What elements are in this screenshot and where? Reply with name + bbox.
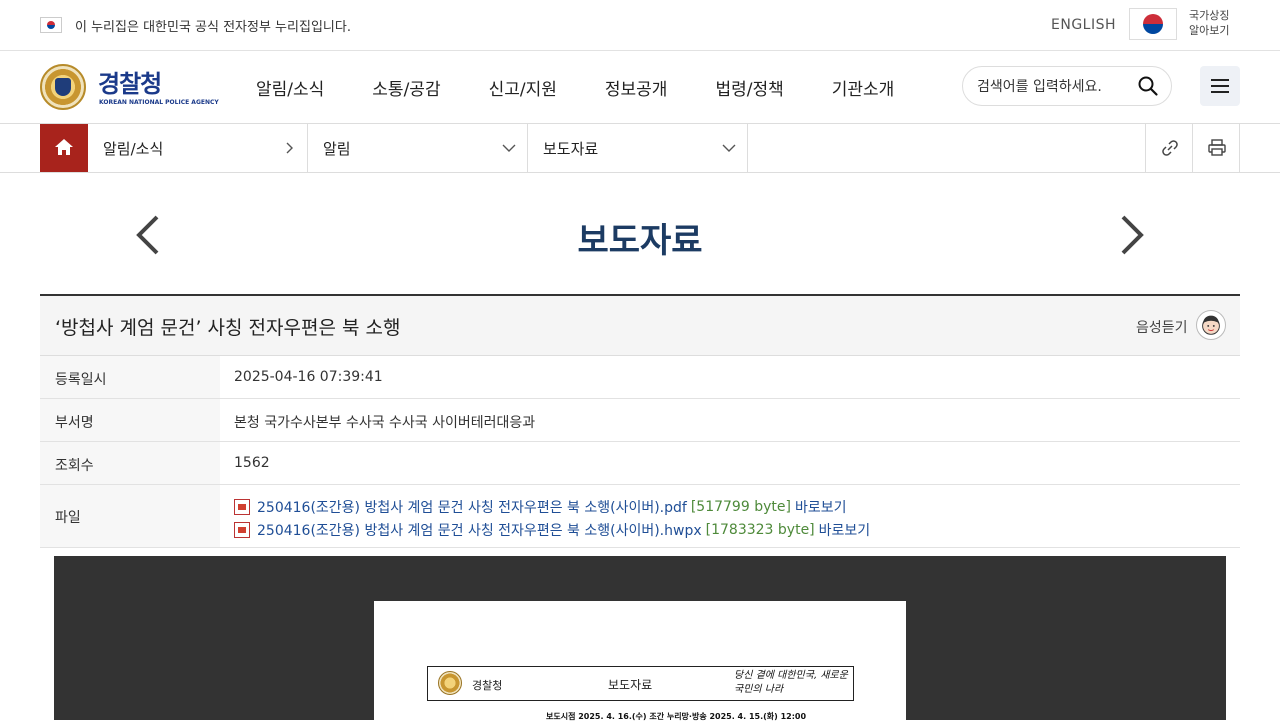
info-value: 1562	[234, 455, 270, 471]
file-item: 250416(조간용) 방첩사 계엄 문건 사칭 전자우편은 북 소행(사이버)…	[234, 518, 870, 541]
print-button[interactable]	[1192, 124, 1240, 172]
doc-agency: 경찰청	[472, 679, 503, 692]
main-nav: 알림/소식 소통/공감 신고/지원 정보공개 법령/정책 기관소개	[256, 75, 942, 100]
next-arrow-icon[interactable]	[1117, 213, 1147, 257]
info-value: 본청 국가수사본부 수사국 수사국 사이버테러대응과	[234, 415, 536, 431]
breadcrumb-level-3[interactable]: 보도자료	[528, 124, 748, 172]
logo-title[interactable]: 경찰청	[98, 64, 162, 99]
doc-embargo: 보도시점 2025. 4. 16.(수) 조간 누리망·방송 2025. 4. …	[546, 712, 807, 721]
korea-flag-icon	[40, 17, 62, 33]
home-icon	[55, 139, 73, 155]
file-preview-link[interactable]: 바로보기	[819, 520, 871, 540]
file-list: 250416(조간용) 방첩사 계엄 문건 사칭 전자우편은 북 소행(사이버)…	[234, 495, 870, 541]
info-value: 2025-04-16 07:39:41	[234, 369, 383, 385]
menu-button[interactable]	[1200, 66, 1240, 106]
info-row-department: 부서명 본청 국가수사본부 수사국 수사국 사이버테러대응과	[40, 399, 1240, 442]
english-link[interactable]: ENGLISH	[1051, 17, 1116, 33]
voice-label[interactable]: 음성듣기	[1136, 317, 1188, 337]
nav-item-news[interactable]: 알림/소식	[256, 75, 324, 100]
nav-item-communication[interactable]: 소통/공감	[372, 75, 440, 100]
breadcrumb-label: 알림/소식	[103, 140, 164, 158]
gov-banner: 이 누리집은 대한민국 공식 전자정부 누리집입니다. ENGLISH 국가상징…	[0, 0, 1280, 51]
info-row-files: 파일 250416(조간용) 방첩사 계엄 문건 사칭 전자우편은 북 소행(사…	[40, 485, 1240, 548]
file-size: [517799 byte]	[690, 498, 791, 515]
breadcrumb-level-1[interactable]: 알림/소식	[88, 124, 308, 172]
nav-item-about[interactable]: 기관소개	[832, 75, 895, 100]
search-icon[interactable]	[1137, 75, 1159, 97]
breadcrumb-label: 보도자료	[543, 140, 599, 158]
breadcrumb-label: 알림	[323, 140, 351, 158]
info-label: 파일	[55, 510, 81, 526]
home-button[interactable]	[40, 124, 88, 172]
search-box	[962, 66, 1172, 106]
info-label: 조회수	[55, 458, 94, 474]
national-symbol-icon[interactable]	[1129, 8, 1177, 40]
info-row-views: 조회수 1562	[40, 442, 1240, 485]
nav-item-law-policy[interactable]: 법령/정책	[715, 75, 783, 100]
nav-item-report[interactable]: 신고/지원	[489, 75, 557, 100]
page-title: 보도자료	[577, 221, 703, 261]
national-symbol-link[interactable]: 국가상징 알아보기	[1189, 8, 1239, 38]
document-viewer[interactable]: 경찰청 보도자료 당신 곁에 대한민국, 새로운 국민의 나라 보도시점 202…	[54, 556, 1226, 721]
info-label: 부서명	[55, 415, 94, 431]
hwp-file-icon	[234, 521, 250, 538]
info-row-date: 등록일시 2025-04-16 07:39:41	[40, 356, 1240, 399]
link-icon	[1162, 140, 1178, 156]
site-header: 경찰청 KOREAN NATIONAL POLICE AGENCY 알림/소식 …	[0, 51, 1280, 124]
hamburger-icon	[1211, 79, 1229, 81]
file-download-link[interactable]: 250416(조간용) 방첩사 계엄 문건 사칭 전자우편은 북 소행(사이버)…	[257, 497, 687, 517]
article-title: ‘방첩사 계엄 문건’ 사칭 전자우편은 북 소행	[55, 317, 401, 339]
doc-type: 보도자료	[608, 678, 653, 692]
page-title-area: 보도자료	[0, 173, 1280, 294]
file-size: [1783323 byte]	[705, 521, 815, 538]
chevron-down-icon	[502, 144, 516, 152]
document-page: 경찰청 보도자료 당신 곁에 대한민국, 새로운 국민의 나라 보도시점 202…	[374, 601, 906, 721]
file-item: 250416(조간용) 방첩사 계엄 문건 사칭 전자우편은 북 소행(사이버)…	[234, 495, 870, 518]
pdf-file-icon	[234, 498, 250, 515]
info-label: 등록일시	[55, 372, 107, 388]
press-release-header: 경찰청 보도자료 당신 곁에 대한민국, 새로운 국민의 나라	[427, 666, 854, 701]
chevron-down-icon	[722, 144, 736, 152]
logo-subtitle: KOREAN NATIONAL POLICE AGENCY	[99, 99, 219, 106]
doc-slogan: 당신 곁에 대한민국, 새로운 국민의 나라	[734, 670, 848, 695]
nav-item-disclosure[interactable]: 정보공개	[605, 75, 668, 100]
chevron-right-icon	[286, 142, 293, 154]
search-input[interactable]	[977, 77, 1127, 97]
police-emblem-icon	[438, 671, 462, 695]
breadcrumb: 알림/소식 알림 보도자료	[0, 124, 1280, 173]
voice-avatar-icon[interactable]	[1196, 310, 1226, 340]
file-preview-link[interactable]: 바로보기	[795, 497, 847, 517]
article-board: ‘방첩사 계엄 문건’ 사칭 전자우편은 북 소행 음성듣기 등록일시 2025…	[40, 294, 1240, 548]
police-emblem-icon[interactable]	[40, 64, 86, 110]
gov-notice: 이 누리집은 대한민국 공식 전자정부 누리집입니다.	[75, 20, 351, 35]
breadcrumb-level-2[interactable]: 알림	[308, 124, 528, 172]
print-icon	[1208, 139, 1226, 156]
copy-link-button[interactable]	[1145, 124, 1193, 172]
article-header: ‘방첩사 계엄 문건’ 사칭 전자우편은 북 소행 음성듣기	[40, 296, 1240, 356]
file-download-link[interactable]: 250416(조간용) 방첩사 계엄 문건 사칭 전자우편은 북 소행(사이버)…	[257, 520, 702, 540]
